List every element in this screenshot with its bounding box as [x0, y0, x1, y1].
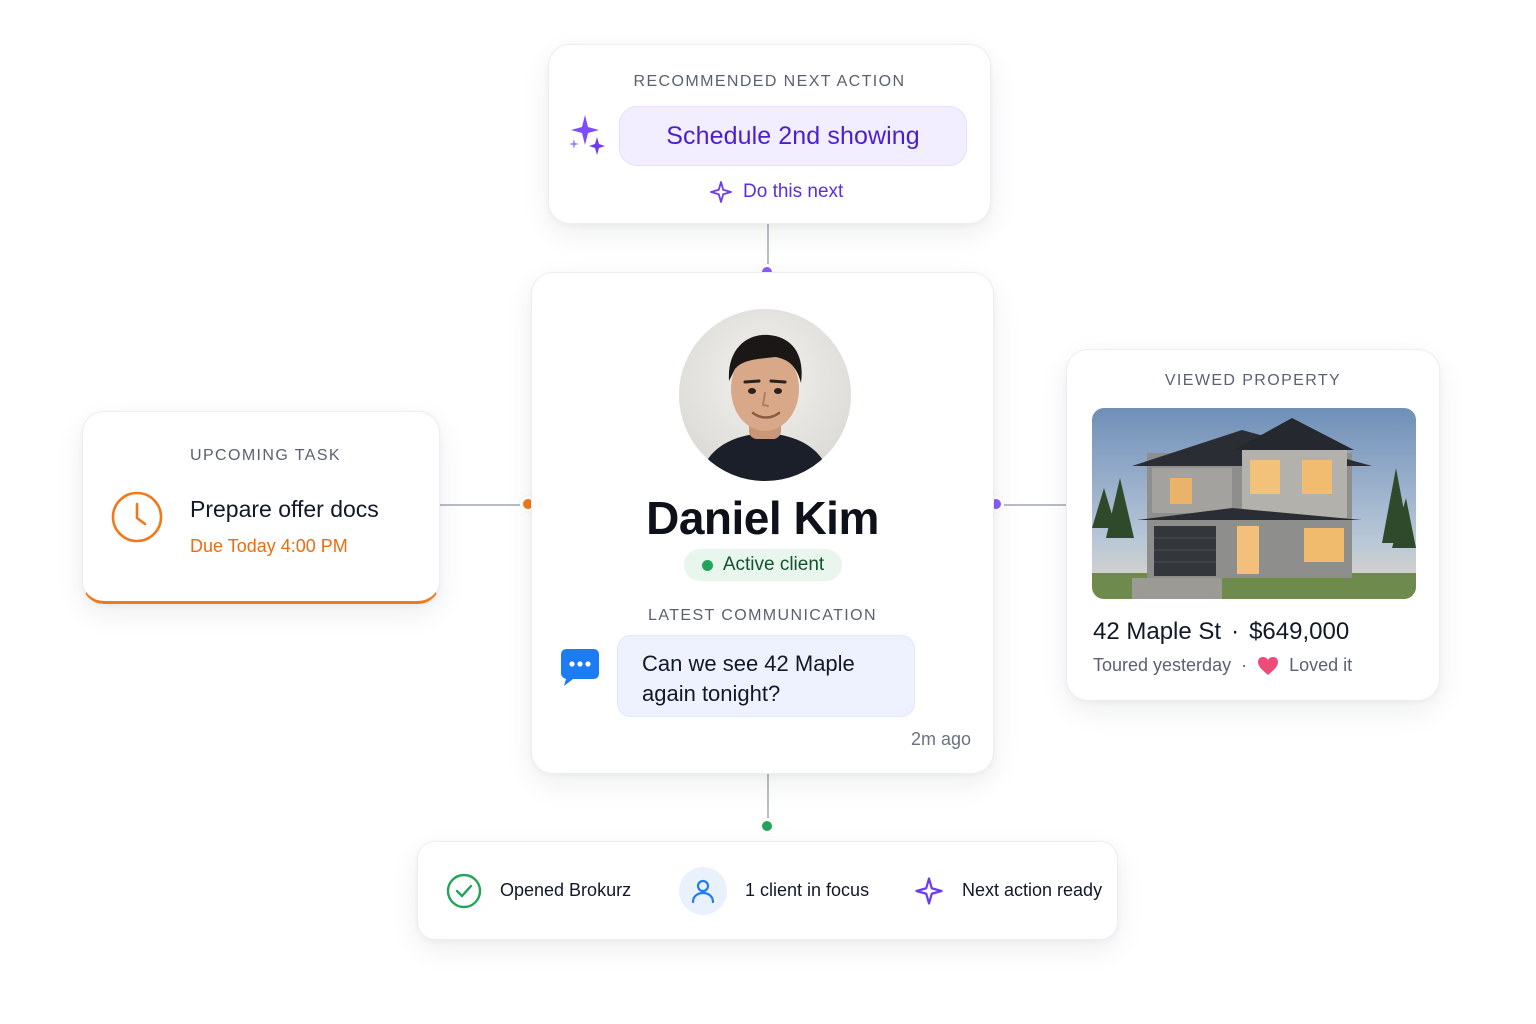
next-action-card: RECOMMENDED NEXT ACTION Schedule 2nd sho…	[548, 44, 991, 224]
property-separator: ·	[1231, 618, 1240, 645]
connector-top	[767, 224, 769, 266]
status-dot-icon	[701, 559, 713, 571]
next-action-eyebrow: RECOMMENDED NEXT ACTION	[633, 73, 906, 90]
status-item-next-action-label: Next action ready	[962, 880, 1103, 900]
do-this-next-label: Do this next	[743, 181, 844, 202]
client-card: Daniel Kim Active client LATEST COMMUNIC…	[531, 272, 994, 774]
status-item-focus: 1 client in focus	[679, 842, 869, 939]
avatar	[679, 309, 851, 481]
connector-dot-bottom	[759, 818, 775, 834]
upcoming-task-card[interactable]: UPCOMING TASK Prepare offer docs Due Tod…	[82, 411, 440, 604]
viewed-property-card[interactable]: VIEWED PROPERTY 42 Maple St · $649,000 T…	[1066, 349, 1440, 701]
user-icon	[691, 879, 715, 903]
latest-message-bubble[interactable]: Can we see 42 Maple again tonight?	[617, 635, 915, 717]
do-this-next-link[interactable]: Do this next	[709, 180, 843, 204]
status-item-opened: Opened Brokurz	[446, 842, 631, 939]
status-item-next-action: Next action ready	[914, 842, 1102, 939]
status-bar: Opened Brokurz 1 client in focus Next ac…	[417, 841, 1118, 940]
sparkle-icon	[569, 115, 605, 155]
client-name: Daniel Kim	[646, 492, 879, 544]
chat-bubble-icon	[561, 649, 599, 686]
upcoming-task-eyebrow: UPCOMING TASK	[190, 447, 341, 464]
property-price: $649,000	[1249, 618, 1350, 645]
property-meta: Toured yesterday · Loved it	[1093, 655, 1352, 676]
status-label: Active client	[722, 554, 825, 575]
avatar-portrait-image	[679, 309, 851, 481]
clock-icon	[111, 491, 163, 543]
heart-icon	[1258, 656, 1279, 675]
reaction-text: Loved it	[1289, 655, 1353, 675]
property-photo[interactable]	[1092, 408, 1416, 599]
status-item-focus-label: 1 client in focus	[745, 880, 870, 900]
sparkle-icon	[710, 181, 732, 203]
meta-separator: ·	[1241, 655, 1248, 675]
status-item-opened-label: Opened Brokurz	[500, 880, 632, 900]
check-circle-icon	[446, 873, 482, 908]
viewed-property-eyebrow: VIEWED PROPERTY	[1164, 372, 1342, 389]
recommended-action-pill[interactable]: Schedule 2nd showing	[619, 106, 967, 166]
property-address: 42 Maple St	[1093, 618, 1222, 645]
house-image	[1092, 408, 1416, 599]
latest-communication-label: LATEST COMMUNICATION	[648, 607, 877, 624]
status-badge: Active client	[684, 549, 842, 581]
task-title: Prepare offer docs	[190, 496, 379, 522]
property-title: 42 Maple St · $649,000	[1093, 618, 1349, 646]
toured-text: Toured yesterday	[1093, 655, 1232, 675]
task-due: Due Today 4:00 PM	[190, 536, 348, 556]
connector-bottom	[767, 774, 769, 820]
connector-left	[440, 504, 522, 506]
sparkle-icon	[915, 876, 943, 905]
connector-right	[1004, 504, 1066, 506]
message-timestamp: 2m ago	[910, 729, 971, 749]
user-icon-container	[679, 866, 727, 915]
